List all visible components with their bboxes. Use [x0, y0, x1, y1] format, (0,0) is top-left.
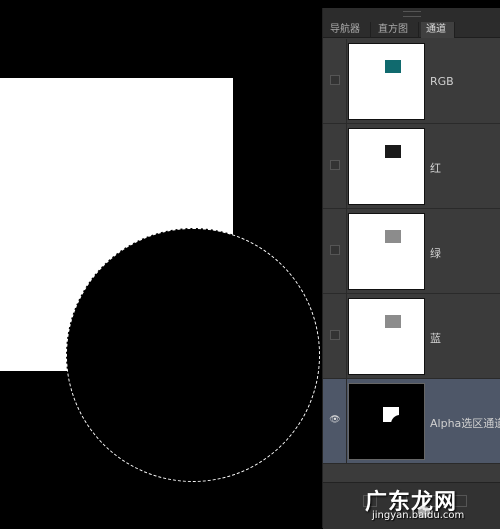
panel-tab-bar: 导航器 直方图 通道: [323, 8, 500, 38]
document-canvas[interactable]: [0, 0, 322, 528]
channel-label: 蓝: [430, 332, 441, 345]
watermark-url: jingyan.baidu.com: [372, 510, 465, 521]
tab-histogram[interactable]: 直方图: [373, 22, 419, 38]
channel-thumbnail: [348, 383, 425, 460]
eye-icon[interactable]: 👁: [328, 415, 342, 425]
channels-panel: 导航器 直方图 通道 RGB 红 绿 蓝 👁 Alpha选区通道: [322, 8, 500, 529]
channel-label: 红: [430, 162, 441, 175]
channel-thumbnail: [348, 298, 425, 375]
thumbnail-swatch: [385, 230, 401, 243]
channel-thumbnail: [348, 213, 425, 290]
channel-thumbnail: [348, 43, 425, 120]
thumbnail-swatch: [385, 315, 401, 328]
channel-row-blue[interactable]: 蓝: [323, 294, 500, 379]
circle-selection-marquee[interactable]: [66, 228, 320, 482]
channel-label: 绿: [430, 247, 441, 260]
channel-label: RGB: [430, 75, 454, 88]
visibility-toggle[interactable]: [330, 75, 340, 85]
panel-grip-icon[interactable]: [403, 11, 421, 17]
visibility-toggle[interactable]: [330, 330, 340, 340]
visibility-toggle[interactable]: [330, 245, 340, 255]
channel-row-alpha[interactable]: 👁 Alpha选区通道: [323, 379, 500, 464]
thumbnail-swatch: [385, 60, 401, 73]
channel-row-red[interactable]: 红: [323, 124, 500, 209]
channel-label: Alpha选区通道: [430, 417, 500, 430]
channel-row-green[interactable]: 绿: [323, 209, 500, 294]
channel-row-rgb[interactable]: RGB: [323, 39, 500, 124]
tab-navigator[interactable]: 导航器: [325, 22, 371, 38]
visibility-toggle[interactable]: [330, 160, 340, 170]
channel-thumbnail: [348, 128, 425, 205]
tab-channels[interactable]: 通道: [421, 22, 455, 38]
thumbnail-swatch: [385, 145, 401, 158]
